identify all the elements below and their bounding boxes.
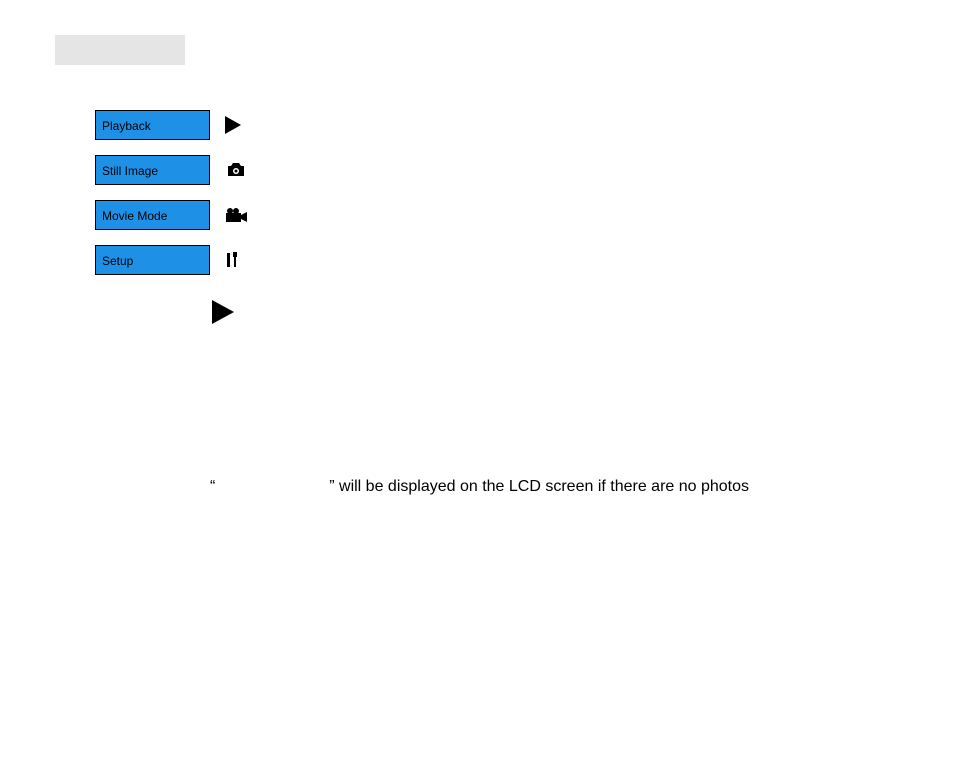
section-header-bar: [55, 35, 185, 65]
video-camera-icon: [225, 205, 255, 225]
quote-message: ” will be displayed on the LCD screen if…: [329, 478, 749, 495]
mode-menu: Playback Still Image Movie Mode: [95, 110, 255, 290]
page-root: Playback Still Image Movie Mode: [0, 0, 954, 764]
menu-row-setup: Setup: [95, 245, 255, 275]
menu-row-still-image: Still Image: [95, 155, 255, 185]
movie-mode-button[interactable]: Movie Mode: [95, 200, 210, 230]
menu-row-playback: Playback: [95, 110, 255, 140]
quote-open: “: [210, 478, 215, 495]
menu-row-movie-mode: Movie Mode: [95, 200, 255, 230]
note-text: “ ” will be displayed on the LCD screen …: [210, 478, 749, 496]
play-icon: [225, 115, 255, 135]
play-indicator-icon: [212, 300, 234, 324]
playback-button[interactable]: Playback: [95, 110, 210, 140]
tools-icon: [225, 250, 255, 270]
setup-button[interactable]: Setup: [95, 245, 210, 275]
camera-icon: [225, 160, 255, 180]
still-image-button[interactable]: Still Image: [95, 155, 210, 185]
